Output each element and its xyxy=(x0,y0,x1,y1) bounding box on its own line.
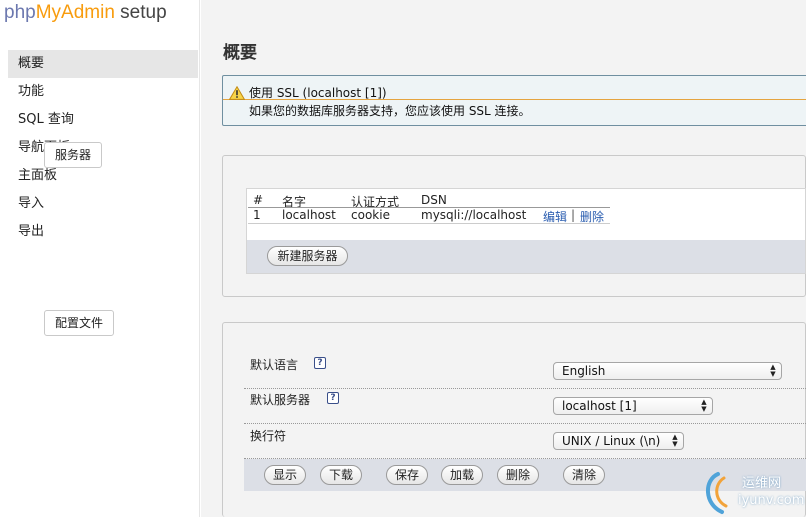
server-row-number: 1 xyxy=(253,208,261,222)
ssl-warning-notice: 使用 SSL (localhost [1]) 如果您的数据库服务器支持，您应该使… xyxy=(222,75,806,126)
sidebar-item-navigation-panel[interactable]: 导航面板 xyxy=(8,134,198,162)
logo-php: php xyxy=(4,2,36,23)
server-row-name: localhost xyxy=(282,208,336,222)
download-button[interactable]: 下载 xyxy=(320,465,362,485)
watermark-text-cn: 运维网 xyxy=(742,476,782,491)
sidebar: phpMyAdmin setup 概要 功能 SQL 查询 导航面板 主面板 导… xyxy=(0,0,200,517)
config-row-divider xyxy=(244,423,806,424)
select-arrows-icon: ▲ ▼ xyxy=(770,363,776,378)
save-button[interactable]: 保存 xyxy=(386,465,428,485)
clear-button[interactable]: 清除 xyxy=(563,465,605,485)
eol-value: UNIX / Linux (\n) xyxy=(562,434,661,448)
col-header-dsn: DSN xyxy=(421,193,447,207)
sidebar-item-export[interactable]: 导出 xyxy=(8,218,198,246)
warning-title: 使用 SSL (localhost [1]) xyxy=(249,86,387,100)
edit-server-link[interactable]: 编辑 xyxy=(543,208,567,225)
logo-myadmin: MyAdmin xyxy=(35,2,115,23)
default-language-select[interactable]: English ▲ ▼ xyxy=(553,362,782,380)
page-title: 概要 xyxy=(223,43,257,63)
servers-legend: 服务器 xyxy=(44,142,103,168)
watermark-text-domain: iyunv.com xyxy=(738,493,805,508)
action-separator: | xyxy=(571,208,576,222)
delete-server-link[interactable]: 删除 xyxy=(580,208,604,225)
select-arrows-icon: ▲ ▼ xyxy=(672,433,678,448)
default-server-value: localhost [1] xyxy=(562,399,637,413)
select-arrows-icon: ▲ ▼ xyxy=(701,398,707,413)
default-language-label: 默认语言 xyxy=(250,358,299,372)
warning-triangle-icon xyxy=(229,86,245,100)
sidebar-item-features[interactable]: 功能 xyxy=(8,78,198,106)
sidebar-nav: 概要 功能 SQL 查询 导航面板 主面板 导入 导出 xyxy=(8,50,198,246)
sidebar-item-sql-queries[interactable]: SQL 查询 xyxy=(8,106,198,134)
config-legend: 配置文件 xyxy=(44,310,115,336)
new-server-button[interactable]: 新建服务器 xyxy=(267,246,348,266)
default-server-label: 默认服务器 xyxy=(250,393,311,407)
load-button[interactable]: 加载 xyxy=(441,465,483,485)
watermark: 运维网 iyunv.com xyxy=(700,466,806,517)
col-header-number: # xyxy=(253,193,264,207)
display-button[interactable]: 显示 xyxy=(264,465,306,485)
server-row-auth: cookie xyxy=(351,208,390,222)
default-language-value: English xyxy=(562,364,606,378)
config-row-divider xyxy=(244,388,806,389)
sidebar-item-main-panel[interactable]: 主面板 xyxy=(8,162,198,190)
eol-select[interactable]: UNIX / Linux (\n) ▲ ▼ xyxy=(553,432,684,450)
eol-label: 换行符 xyxy=(250,429,287,443)
sidebar-item-overview[interactable]: 概要 xyxy=(8,50,198,78)
watermark-logo-icon xyxy=(706,472,728,514)
warning-message: 如果您的数据库服务器支持，您应该使用 SSL 连接。 xyxy=(249,104,531,118)
sidebar-item-import[interactable]: 导入 xyxy=(8,190,198,218)
delete-button[interactable]: 删除 xyxy=(497,465,539,485)
default-server-select[interactable]: localhost [1] ▲ ▼ xyxy=(553,397,713,415)
default-server-help-icon[interactable]: ? xyxy=(327,392,339,404)
app-logo[interactable]: phpMyAdmin setup xyxy=(4,2,167,24)
logo-setup: setup xyxy=(114,2,167,23)
default-language-help-icon[interactable]: ? xyxy=(314,357,326,369)
server-row-dsn: mysqli://localhost xyxy=(421,208,527,222)
